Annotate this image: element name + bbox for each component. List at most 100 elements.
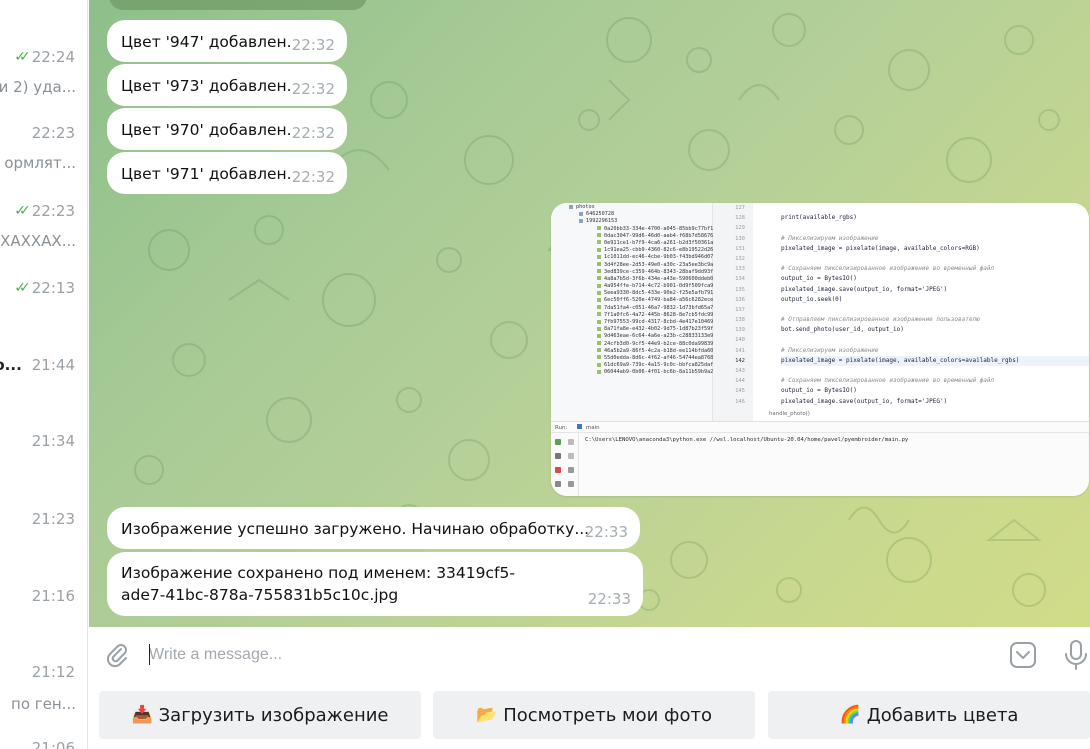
message-bubble[interactable]: Цвет '970' добавлен. 22:32: [107, 108, 347, 150]
tree-file: 0dac3047-99d6-46d0-aab4-f68b7d586768.jpg: [551, 233, 729, 240]
view-my-photos-button[interactable]: 📂 Посмотреть мои фото: [433, 691, 755, 739]
chat-list-item[interactable]: ✓✓ 22:23 ХАХХАХ...: [0, 194, 87, 270]
line-number: 136: [735, 296, 745, 303]
message-input[interactable]: [149, 641, 989, 669]
tree-file: 06044ab9-0b06-4f01-bc6b-8a11b59b9a2c.jpg: [551, 369, 729, 376]
code-line: print(available_rgbs): [781, 214, 857, 222]
line-number: 132: [735, 255, 745, 262]
tree-file: 1c91ea25-cbb9-4360-82c6-e8b19522d265.jpg: [551, 247, 729, 254]
chat-preview: lljo...: [0, 356, 22, 374]
chat-list-item[interactable]: ✓✓ 22:13: [0, 271, 87, 347]
chat-preview: ХАХХАХ...: [0, 232, 76, 250]
wrench-icon: [555, 453, 561, 459]
code-breadcrumb: handle_photo(): [769, 411, 810, 417]
double-check-icon: ✓✓: [14, 49, 31, 65]
chat-preview: ормлят...: [4, 154, 76, 172]
chat-history[interactable]: Цвет '947' добавлен. 22:32 Цвет '973' до…: [89, 0, 1090, 627]
tree-file: 7fb97553-99cd-4317-8cbd-4e417e104695.jpg: [551, 319, 729, 326]
tree-file: 5eea9330-8dc5-433e-90e2-f25e5afb7918.jpg: [551, 290, 729, 297]
double-check-icon: ✓✓: [14, 280, 31, 296]
chat-time: 22:24: [31, 48, 75, 66]
chat-list-item[interactable]: 22:23 ормлят...: [0, 116, 87, 192]
photo-message[interactable]: photos 646250728 1992296153 0a20bb33-334…: [551, 203, 1089, 496]
run-command: C:\Users\LENOVO\anaconda3\python.exe //w…: [585, 437, 909, 443]
tree-file: 7da51fa4-c051-46a7-9832-1d73bfd65a73.jpg: [551, 305, 729, 312]
tree-file: 6ec50ff6-520e-4749-ba84-a56c6282eceb.jpg: [551, 297, 729, 304]
tree-file: 55d0edda-8d6c-4f62-af46-54744ea87689.jpg: [551, 355, 729, 362]
message-bubble[interactable]: Цвет '947' добавлен. 22:32: [107, 20, 347, 62]
chat-time: 22:23: [31, 124, 75, 142]
tree-file: 9d463eae-6c64-4a6e-a23b-c28833133e9c.jpg: [551, 333, 729, 340]
run-label: Run:: [555, 425, 568, 431]
line-number: 142: [735, 357, 745, 364]
message-time: 22:32: [291, 168, 335, 186]
tree-folder: photos: [551, 204, 712, 211]
tree-file: 3d4f28ee-2d53-49e0-a30c-23a5ee3bc9a1.jpg: [551, 262, 729, 269]
code-line: bot.send_photo(user_id, output_io): [781, 326, 904, 334]
line-number: 143: [735, 368, 745, 374]
rerun-icon: [555, 439, 561, 445]
chat-list-item[interactable]: 21:34: [0, 424, 87, 500]
code-line: pixelated_image.save(output_io, format='…: [781, 397, 948, 405]
line-number: 137: [735, 306, 745, 313]
chat-list-item[interactable]: 21:23: [0, 502, 87, 578]
line-number: 140: [735, 337, 745, 344]
print-icon: [568, 481, 574, 487]
line-number: 129: [735, 225, 745, 232]
tree-file: 0a20bb33-334e-4700-a045-85bb9c77bf1b.jpg: [551, 226, 729, 233]
message-time: 22:33: [587, 590, 631, 608]
chat-time: 21:16: [31, 587, 75, 605]
line-number: 146: [735, 398, 745, 405]
add-colors-button[interactable]: 🌈 Добавить цвета: [768, 691, 1090, 739]
down-arrow-icon: [568, 453, 574, 459]
message-time: 22:32: [291, 36, 335, 54]
run-tool-strip: [551, 433, 579, 496]
message-text-line: ade7-41bc-878a-755831b5c10c.jpg: [121, 586, 399, 604]
line-number: 127: [735, 205, 745, 211]
chat-time: 21:23: [31, 510, 75, 528]
code-line: pixelated_image = pixelate(image, availa…: [781, 355, 1089, 366]
chat-list-item[interactable]: ✓✓ 22:24 ки 2) уда...: [0, 40, 87, 116]
soft-wrap-icon: [568, 467, 574, 473]
double-check-icon: ✓✓: [14, 203, 31, 219]
message-bubble[interactable]: Изображение сохранено под именем: 33419c…: [107, 552, 643, 616]
button-label: Добавить цвета: [866, 704, 1019, 726]
microphone-icon[interactable]: [1063, 639, 1089, 671]
tree-file: 1c1011dd-ec46-4cbe-9b03-f43bd946d076.jpg: [551, 254, 729, 261]
chat-list-item[interactable]: 21:12 по ген...: [0, 655, 87, 731]
code-line: output_io = BytesIO(): [781, 275, 857, 283]
paperclip-icon[interactable]: [103, 641, 131, 669]
text-caret: [149, 644, 150, 665]
message-bubble[interactable]: Изображение успешно загружено. Начинаю о…: [107, 507, 640, 549]
button-label: Загрузить изображение: [158, 704, 389, 726]
chat-time: 22:23: [31, 202, 75, 220]
tree-file: 24cfb3d0-9cf5-44e9-b2ce-88c0da998390.jpg: [551, 341, 729, 348]
chat-list-item[interactable]: 21:06: [0, 731, 87, 749]
chat-list-item[interactable]: 21:16: [0, 579, 87, 655]
upload-image-button[interactable]: 📥 Загрузить изображение: [99, 691, 421, 739]
message-bubble[interactable]: Цвет '973' добавлен. 22:32: [107, 64, 347, 106]
folder-icon: 📂: [476, 705, 498, 725]
tree-file: 8a71fa8e-e432-4b02-9d75-1d87b23f59f8.jpg: [551, 326, 729, 333]
line-number: 144: [735, 378, 745, 385]
message-bubble[interactable]: Цвет '971' добавлен. 22:32: [107, 152, 347, 194]
emoji-panel-icon[interactable]: [1009, 641, 1037, 669]
pin-icon: [555, 481, 561, 487]
chat-list-item[interactable]: lljo... 21:44: [0, 348, 87, 424]
line-number: 131: [735, 245, 745, 252]
line-number: 130: [735, 235, 745, 242]
line-number: 133: [735, 266, 745, 273]
message-composer: [89, 627, 1090, 683]
tree-folder: 1992296153: [551, 218, 712, 225]
tree-file: 3ed839ce-c359-464b-8343-28baf9dd93fe.jpg: [551, 269, 729, 276]
stop-icon: [555, 467, 561, 473]
message-time: 22:33: [584, 523, 628, 541]
tree-file: 4a954ffe-b714-4c72-b901-0d9f509fca9e.jpg: [551, 283, 729, 290]
message-text-line: Изображение сохранено под именем: 33419c…: [121, 564, 515, 582]
tree-file: 46a5b2a9-86f5-4c2a-b18d-ee114bfda607.jpg: [551, 348, 729, 355]
chat-time: 21:34: [31, 432, 75, 450]
